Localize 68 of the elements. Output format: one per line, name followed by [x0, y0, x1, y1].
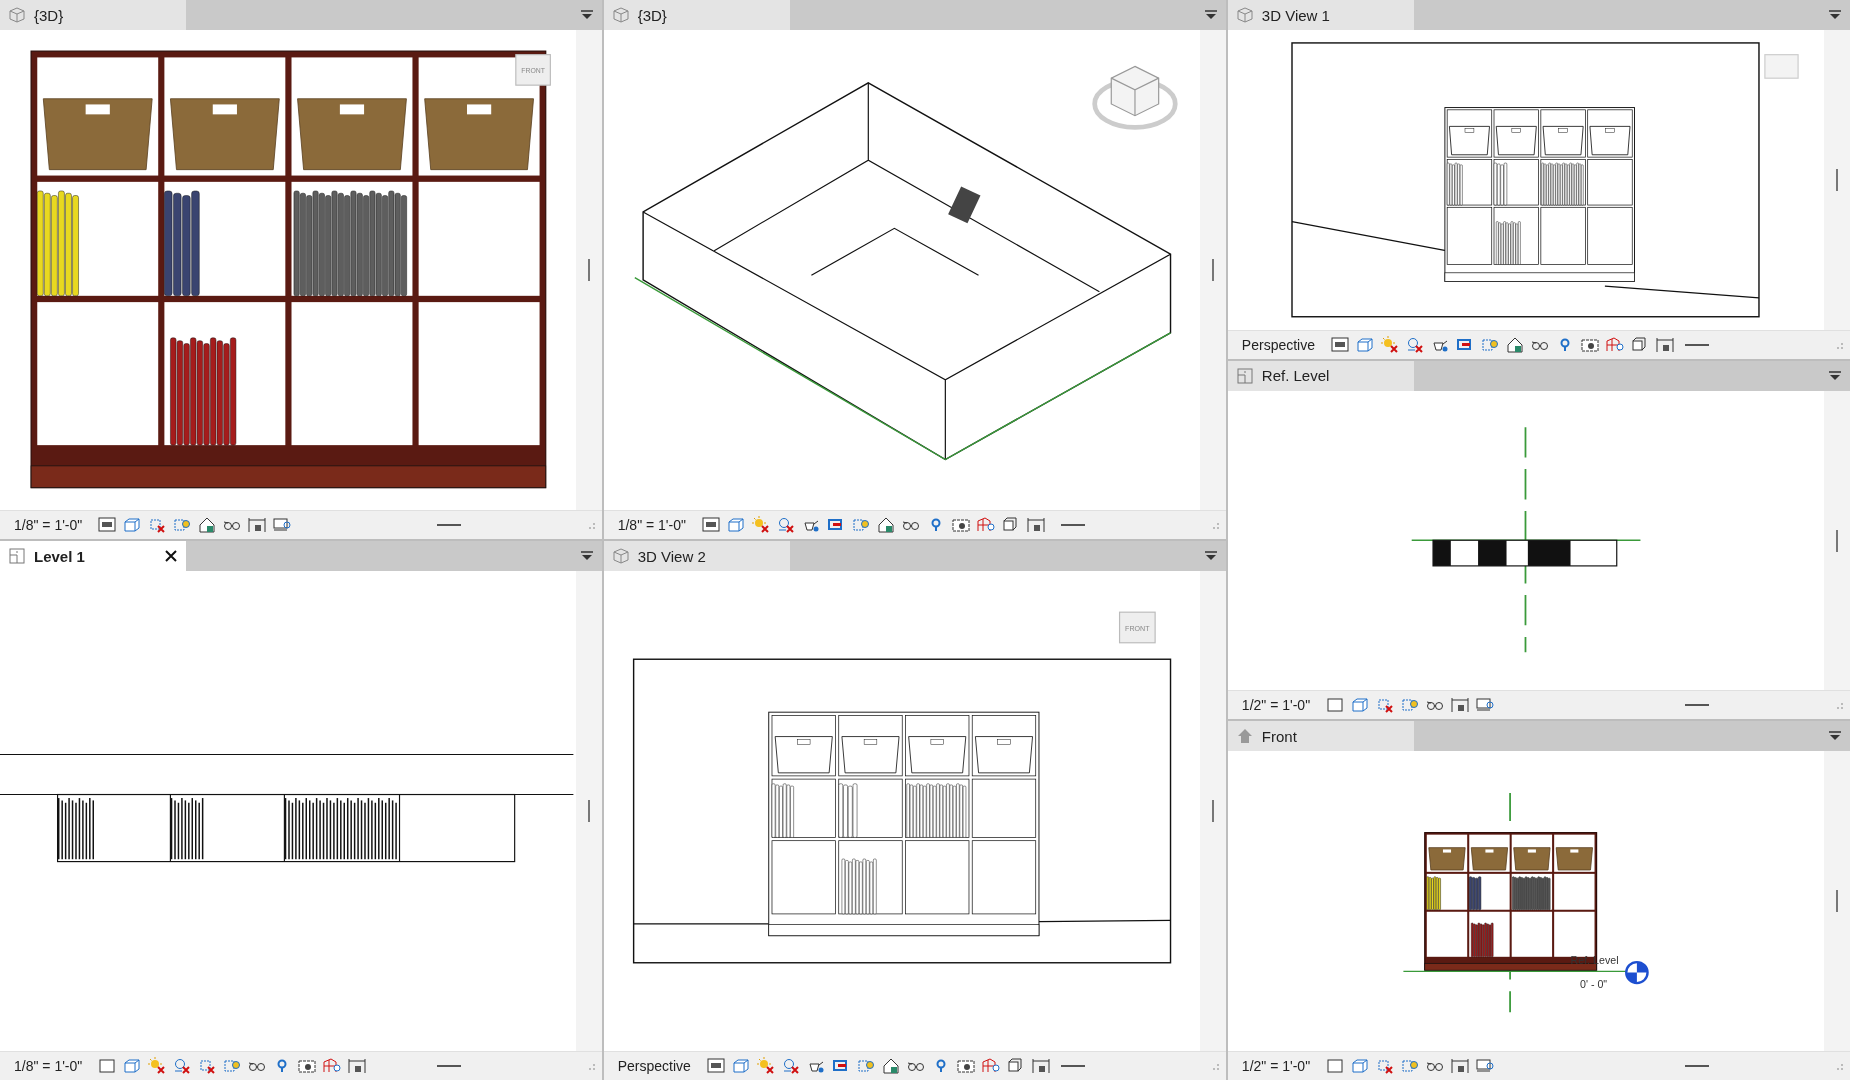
close-icon[interactable] — [164, 549, 178, 563]
view-scale-label[interactable]: Perspective — [617, 1058, 691, 1074]
dimension-lock-icon[interactable] — [1030, 1056, 1051, 1076]
floor-plan-icon — [8, 547, 26, 565]
frame-icon[interactable] — [97, 515, 118, 535]
dash-icon[interactable] — [1060, 523, 1085, 527]
sheet-icon[interactable] — [1325, 1056, 1346, 1076]
dropdown-icon[interactable] — [1828, 730, 1842, 743]
scroll-marker[interactable] — [1836, 168, 1838, 191]
view-tab[interactable]: Front — [1227, 721, 1414, 752]
dash-icon[interactable] — [1060, 1064, 1085, 1068]
dropdown-icon[interactable] — [1203, 550, 1218, 562]
dash-icon[interactable] — [1685, 1064, 1709, 1068]
frame-icon[interactable] — [700, 515, 721, 535]
sun-cross-icon[interactable] — [755, 1056, 776, 1076]
view-tab[interactable]: 3D View 2 — [603, 541, 790, 571]
view-scale-label[interactable]: 1/2" = 1'-0" — [1241, 1058, 1311, 1074]
dimension-lock-icon[interactable] — [247, 515, 268, 535]
scroll-marker[interactable] — [1211, 259, 1214, 281]
view-tab[interactable]: Level 1 — [0, 541, 186, 571]
view-scale-label[interactable]: 1/8" = 1'-0" — [14, 517, 83, 533]
cube-icon — [611, 6, 630, 24]
frame-icon[interactable] — [705, 1056, 726, 1076]
box-icon[interactable] — [122, 515, 143, 535]
view-scale-label[interactable]: 1/8" = 1'-0" — [617, 517, 686, 533]
resize-grip-icon[interactable] — [1834, 1061, 1844, 1071]
level-elevation: 0' - 0" — [1579, 978, 1607, 991]
cube-icon — [611, 547, 630, 565]
shadow-cross-icon[interactable] — [172, 1056, 193, 1076]
dash-icon[interactable] — [436, 523, 461, 527]
house-lock-icon[interactable] — [875, 515, 896, 535]
scroll-marker[interactable] — [1836, 890, 1838, 913]
dropdown-icon[interactable] — [579, 550, 594, 562]
cube-icon — [1235, 6, 1254, 24]
view-tab[interactable]: Ref. Level — [1227, 360, 1414, 391]
level-head-icon[interactable] — [1624, 961, 1649, 985]
frame-icon[interactable] — [1330, 334, 1350, 355]
dimension-lock-icon[interactable] — [347, 1056, 368, 1076]
box-icon[interactable] — [725, 515, 746, 535]
house-lock-icon[interactable] — [197, 515, 218, 535]
dash-icon[interactable] — [436, 1064, 461, 1068]
sun-cross-icon[interactable] — [147, 1056, 168, 1076]
view-tab[interactable]: {3D} — [603, 0, 790, 30]
dimension-lock-icon[interactable] — [1450, 1056, 1471, 1076]
house-lock-icon[interactable] — [880, 1056, 901, 1076]
dropdown-icon[interactable] — [1203, 9, 1218, 21]
view-scale-label[interactable]: 1/8" = 1'-0" — [14, 1058, 83, 1074]
box-icon[interactable] — [122, 1056, 143, 1076]
view-tab[interactable]: 3D View 1 — [1227, 0, 1414, 30]
box-icon[interactable] — [730, 1056, 751, 1076]
view-scale-label[interactable]: 1/2" = 1'-0" — [1241, 697, 1311, 714]
sheet-icon[interactable] — [97, 1056, 118, 1076]
resize-grip-icon[interactable] — [1834, 700, 1844, 711]
sun-cross-icon[interactable] — [1380, 334, 1400, 355]
view-scale-label[interactable]: Perspective — [1241, 336, 1315, 353]
dropdown-icon[interactable] — [1828, 9, 1842, 21]
scroll-marker[interactable] — [587, 259, 590, 281]
scroll-marker[interactable] — [587, 800, 590, 822]
scroll-marker[interactable] — [1211, 800, 1214, 822]
cube-icon — [8, 6, 26, 24]
dropdown-icon[interactable] — [579, 9, 594, 21]
box-icon[interactable] — [1350, 1056, 1371, 1076]
sun-cross-icon[interactable] — [750, 515, 771, 535]
scroll-marker[interactable] — [1836, 529, 1838, 552]
dropdown-icon[interactable] — [1828, 369, 1842, 382]
dimension-lock-icon[interactable] — [1025, 515, 1046, 535]
floor-plan-icon — [1235, 366, 1254, 385]
view-tab[interactable]: {3D} — [0, 0, 186, 30]
